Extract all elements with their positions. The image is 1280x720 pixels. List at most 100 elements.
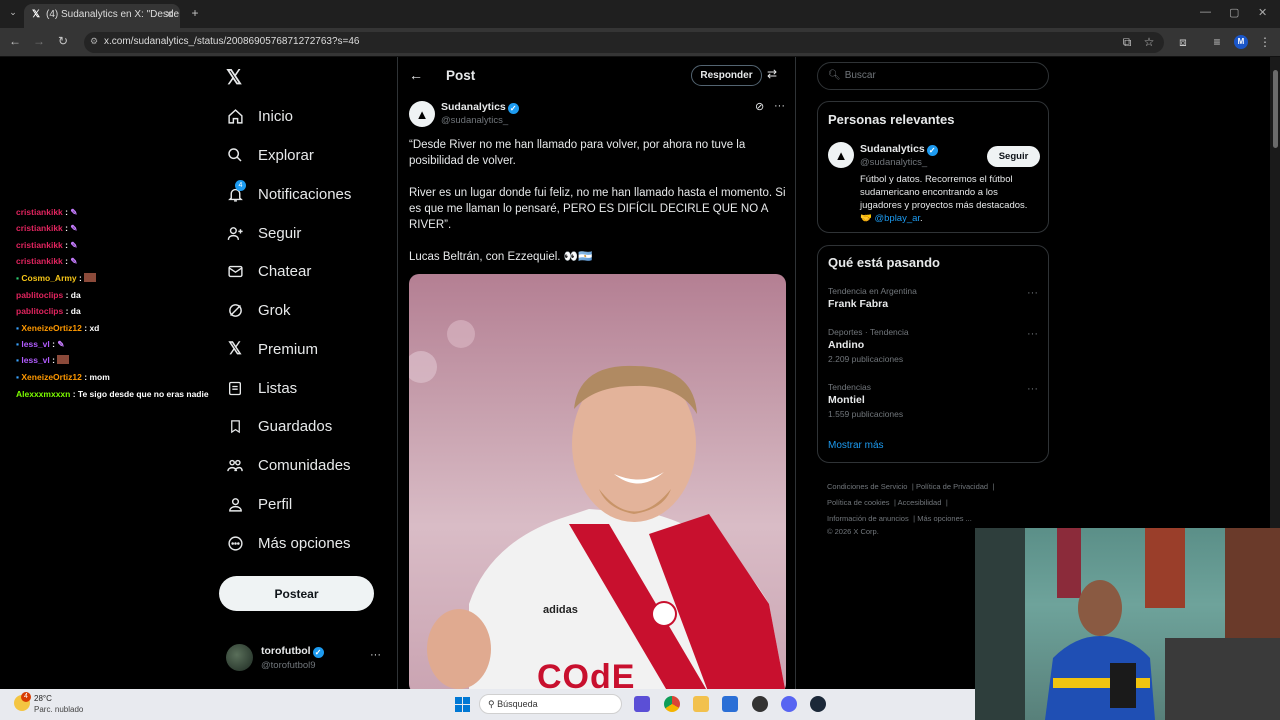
site-info-icon[interactable]: ⚙ xyxy=(90,36,98,47)
discord-icon[interactable] xyxy=(781,696,797,712)
browser-tab[interactable]: 𝕏 (4) Sudanalytics en X: "Desde R ✕ xyxy=(24,4,180,28)
trend-item[interactable]: Deportes · Tendencia Andino 2.209 public… xyxy=(828,327,1040,364)
chat-line: cristiankikk : ✎ xyxy=(16,207,78,217)
nav-perfil[interactable]: Perfil xyxy=(226,489,292,519)
nav-chatear[interactable]: Chatear xyxy=(226,256,311,286)
trending-card: Qué está pasando Tendencia en Argentina … xyxy=(817,245,1049,463)
trend-item[interactable]: Tendencias Montiel 1.559 publicaciones xyxy=(828,382,1040,419)
weather-widget[interactable]: 4 28°C Parc. nublado xyxy=(14,692,104,718)
install-app-icon[interactable]: ⧉ xyxy=(1120,35,1134,50)
nav-premium[interactable]: 𝕏 Premium xyxy=(226,334,318,364)
back-arrow-icon[interactable]: ← xyxy=(409,67,423,83)
chat-emote-icon: ✎ xyxy=(70,207,78,217)
trend-more-icon[interactable]: ··· xyxy=(1027,287,1038,299)
chat-user: less_vl xyxy=(21,355,50,365)
back-icon[interactable]: ← xyxy=(8,34,22,48)
steam-icon[interactable] xyxy=(810,696,826,712)
x-icon: 𝕏 xyxy=(228,339,242,358)
relevant-handle[interactable]: @sudanalytics_ xyxy=(860,157,927,168)
search-input[interactable]: 🔍︎ Buscar xyxy=(817,62,1049,90)
maximize-icon[interactable]: ▢ xyxy=(1229,6,1239,19)
nav-seguir[interactable]: Seguir xyxy=(226,218,301,248)
reload-icon[interactable]: ↻ xyxy=(56,34,70,48)
footer-link[interactable]: Política de Privacidad xyxy=(916,482,988,491)
search-icon xyxy=(226,146,244,164)
footer-link[interactable]: Accesibilidad xyxy=(898,498,942,507)
list-icon xyxy=(226,379,244,397)
footer-link[interactable]: Más opciones ... xyxy=(917,514,972,523)
footer-link[interactable]: Política de cookies xyxy=(827,498,890,507)
chrome-icon[interactable] xyxy=(664,696,680,712)
follow-button[interactable]: Seguir xyxy=(987,146,1040,167)
bio-link[interactable]: @bplay_ar xyxy=(874,213,920,224)
url-field[interactable]: ⚙ x.com/sudanalytics_/status/20086905768… xyxy=(84,32,1164,53)
bookmark-star-icon[interactable]: ☆ xyxy=(1142,35,1156,49)
post-text-paragraph-3: Lucas Beltrán, con Ezzequiel. 👀🇦🇷 xyxy=(409,251,593,263)
relevant-name[interactable]: Sudanalytics ✓ xyxy=(860,143,938,156)
trend-more-icon[interactable]: ··· xyxy=(1027,328,1038,340)
relevant-avatar[interactable]: ▲ xyxy=(828,142,854,168)
chat-message: da xyxy=(70,290,81,300)
account-switcher[interactable]: torofutbol ✓ @torofutbol9 ··· xyxy=(226,643,386,673)
search-icon: ⚲ xyxy=(488,699,495,709)
store-icon[interactable] xyxy=(722,696,738,712)
scrollbar-thumb[interactable] xyxy=(1273,70,1278,148)
profile-avatar[interactable]: M xyxy=(1234,35,1248,49)
nav-grok[interactable]: Grok xyxy=(226,295,291,325)
file-explorer-icon[interactable] xyxy=(693,696,709,712)
account-handle: @torofutbol9 xyxy=(261,660,316,671)
webcam-overlay xyxy=(975,528,1280,720)
forward-icon[interactable]: → xyxy=(32,34,46,48)
media-icon[interactable]: ≡ xyxy=(1210,35,1224,49)
trend-name: Montiel xyxy=(828,394,865,406)
chat-badge-icon: ▪ xyxy=(16,323,20,333)
minimize-icon[interactable]: — xyxy=(1200,6,1211,18)
chat-line: cristiankikk : ✎ xyxy=(16,240,78,250)
reply-settings-icon[interactable]: ⇄ xyxy=(767,67,777,81)
nav-label: Más opciones xyxy=(258,534,351,552)
trend-item[interactable]: Tendencia en Argentina Frank Fabra xyxy=(828,286,1040,310)
new-tab-icon[interactable]: + xyxy=(188,6,202,20)
close-window-icon[interactable]: ✕ xyxy=(1258,6,1267,19)
tab-list-icon[interactable]: ⌄ xyxy=(6,7,20,18)
account-avatar xyxy=(226,644,253,671)
chat-line: ▪ XeneizeOrtiz12 : xd xyxy=(16,323,100,333)
nav-listas[interactable]: Listas xyxy=(226,373,297,403)
browser-menu-icon[interactable]: ⋮ xyxy=(1258,35,1272,49)
close-tab-icon[interactable]: ✕ xyxy=(165,8,174,21)
nav-inicio[interactable]: Inicio xyxy=(226,101,293,131)
grok-explain-icon[interactable]: ⊘ xyxy=(755,100,764,113)
nav-label: Guardados xyxy=(258,417,333,435)
footer-link[interactable]: Condiciones de Servicio xyxy=(827,482,907,491)
chat-message: mom xyxy=(89,372,110,382)
extensions-icon[interactable]: ⧈ xyxy=(1176,35,1190,50)
nav-notificaciones[interactable]: 4 Notificaciones xyxy=(226,179,351,209)
nav-explorar[interactable]: Explorar xyxy=(226,140,314,170)
windows-start-icon[interactable] xyxy=(455,697,470,712)
browser-tab-bar: ⌄ 𝕏 (4) Sudanalytics en X: "Desde R ✕ + —… xyxy=(0,0,1280,28)
author-name[interactable]: Sudanalytics ✓ xyxy=(441,101,519,114)
task-view-icon[interactable] xyxy=(634,696,650,712)
author-handle[interactable]: @sudanalytics_ xyxy=(441,115,508,126)
x-logo-icon[interactable]: 𝕏 xyxy=(226,65,242,90)
nav-comunidades[interactable]: Comunidades xyxy=(226,450,351,480)
nav-guardados[interactable]: Guardados xyxy=(226,411,332,441)
post-more-icon[interactable]: ··· xyxy=(774,100,785,112)
taskbar-search[interactable]: ⚲ Búsqueda xyxy=(479,694,622,714)
show-more-link[interactable]: Mostrar más xyxy=(828,440,884,451)
nav-mas-opciones[interactable]: Más opciones xyxy=(226,528,351,558)
author-avatar[interactable]: ▲ xyxy=(409,101,435,127)
chat-line: ▪ XeneizeOrtiz12 : mom xyxy=(16,372,110,382)
post-image[interactable]: adidas COdE xyxy=(409,274,786,689)
nav-label: Premium xyxy=(258,340,319,358)
trend-more-icon[interactable]: ··· xyxy=(1027,383,1038,395)
chat-line: cristiankikk : ✎ xyxy=(16,223,78,233)
account-more-icon[interactable]: ··· xyxy=(370,649,381,661)
post-button[interactable]: Postear xyxy=(219,576,374,611)
shirt-text: COdE xyxy=(537,658,636,689)
reply-button[interactable]: Responder xyxy=(691,65,762,86)
chat-line: ▪ less_vl : xyxy=(16,355,70,365)
chat-line: ▪ Cosmo_Army : xyxy=(16,273,97,283)
chat-emote-icon: ✎ xyxy=(70,223,78,233)
obs-icon[interactable] xyxy=(752,696,768,712)
